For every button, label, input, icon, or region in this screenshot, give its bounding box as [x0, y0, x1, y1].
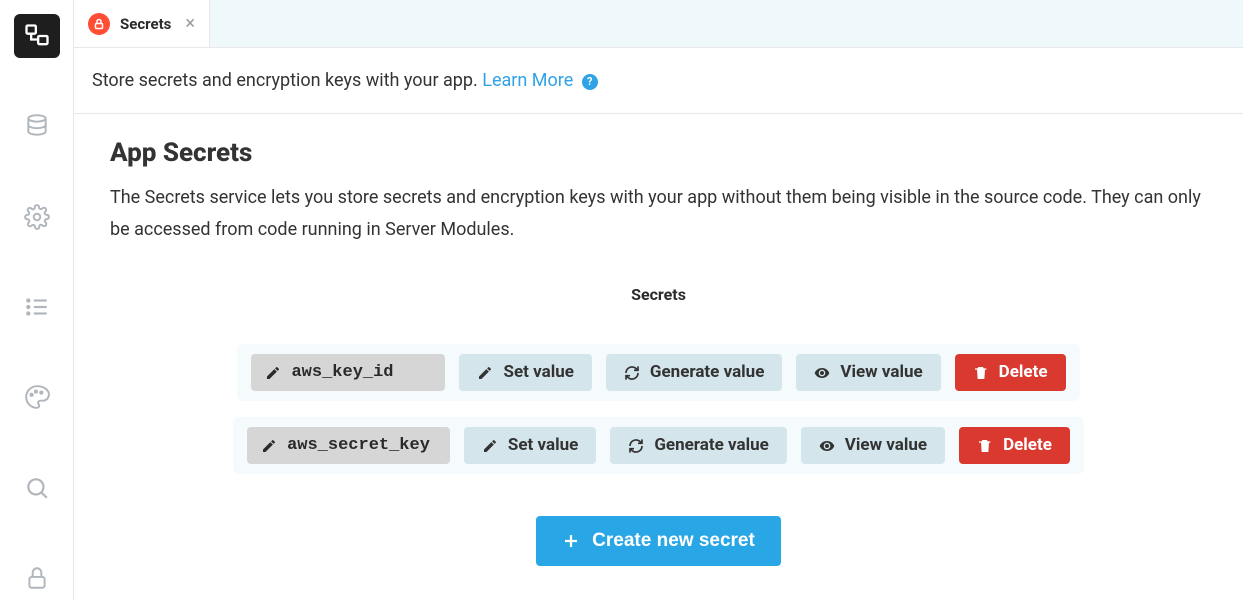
- secret-name: aws_key_id: [291, 364, 393, 381]
- lock-badge-icon: [88, 13, 110, 35]
- secret-row: aws_secret_key Set value Generate value …: [233, 417, 1084, 474]
- tab-label: Secrets: [120, 15, 171, 33]
- generate-value-button[interactable]: Generate value: [610, 427, 786, 464]
- set-value-label: Set value: [508, 437, 578, 454]
- pencil-icon: [482, 438, 498, 454]
- intro-text: Store secrets and encryption keys with y…: [92, 70, 478, 91]
- page-description: The Secrets service lets you store secre…: [110, 182, 1207, 245]
- pencil-icon: [265, 365, 281, 381]
- secrets-panel: App Secrets The Secrets service lets you…: [74, 113, 1243, 596]
- palette-icon: [24, 384, 50, 410]
- pencil-icon: [261, 438, 277, 454]
- refresh-icon: [628, 438, 644, 454]
- tab-secrets[interactable]: Secrets ×: [74, 0, 210, 47]
- secret-row: aws_key_id Set value Generate value View…: [237, 344, 1079, 401]
- pencil-icon: [477, 365, 493, 381]
- secrets-table-heading: Secrets: [110, 285, 1207, 304]
- eye-icon: [819, 438, 835, 454]
- page-title: App Secrets: [110, 138, 1207, 168]
- trash-icon: [977, 438, 993, 454]
- view-value-button[interactable]: View value: [796, 354, 940, 391]
- generate-value-button[interactable]: Generate value: [606, 354, 782, 391]
- generate-value-label: Generate value: [654, 437, 768, 454]
- set-value-button[interactable]: Set value: [464, 427, 596, 464]
- folder-tree-icon: [23, 22, 51, 50]
- list-icon: [24, 294, 50, 320]
- refresh-icon: [624, 365, 640, 381]
- search-icon: [24, 475, 50, 501]
- sidebar-item-search[interactable]: [14, 465, 60, 509]
- generate-value-label: Generate value: [650, 364, 764, 381]
- secrets-table: aws_key_id Set value Generate value View…: [110, 344, 1207, 566]
- gear-icon: [24, 204, 50, 230]
- secret-name: aws_secret_key: [287, 437, 430, 454]
- sidebar: [0, 0, 74, 600]
- create-secret-button[interactable]: Create new secret: [536, 516, 781, 566]
- create-secret-label: Create new secret: [592, 530, 755, 552]
- sidebar-item-database[interactable]: [14, 104, 60, 148]
- view-value-button[interactable]: View value: [801, 427, 945, 464]
- sidebar-item-theme[interactable]: [14, 375, 60, 419]
- plus-icon: [562, 532, 580, 550]
- learn-more-link[interactable]: Learn More: [482, 70, 573, 91]
- secret-name-pill[interactable]: aws_secret_key: [247, 427, 450, 464]
- view-value-label: View value: [840, 364, 922, 381]
- close-icon[interactable]: ×: [185, 15, 195, 33]
- intro-bar: Store secrets and encryption keys with y…: [74, 48, 1243, 113]
- delete-label: Delete: [999, 364, 1048, 381]
- lock-icon: [24, 565, 50, 591]
- sidebar-item-secrets[interactable]: [14, 556, 60, 600]
- database-icon: [24, 113, 50, 139]
- main-area: Secrets × Store secrets and encryption k…: [74, 0, 1243, 600]
- eye-icon: [814, 365, 830, 381]
- tab-bar: Secrets ×: [74, 0, 1243, 48]
- set-value-button[interactable]: Set value: [459, 354, 591, 391]
- delete-label: Delete: [1003, 437, 1052, 454]
- help-icon[interactable]: ?: [582, 74, 598, 90]
- view-value-label: View value: [845, 437, 927, 454]
- sidebar-item-files[interactable]: [14, 14, 60, 58]
- trash-icon: [973, 365, 989, 381]
- delete-button[interactable]: Delete: [955, 354, 1066, 391]
- delete-button[interactable]: Delete: [959, 427, 1070, 464]
- sidebar-item-settings[interactable]: [14, 195, 60, 239]
- set-value-label: Set value: [503, 364, 573, 381]
- secret-name-pill[interactable]: aws_key_id: [251, 354, 445, 391]
- sidebar-item-list[interactable]: [14, 285, 60, 329]
